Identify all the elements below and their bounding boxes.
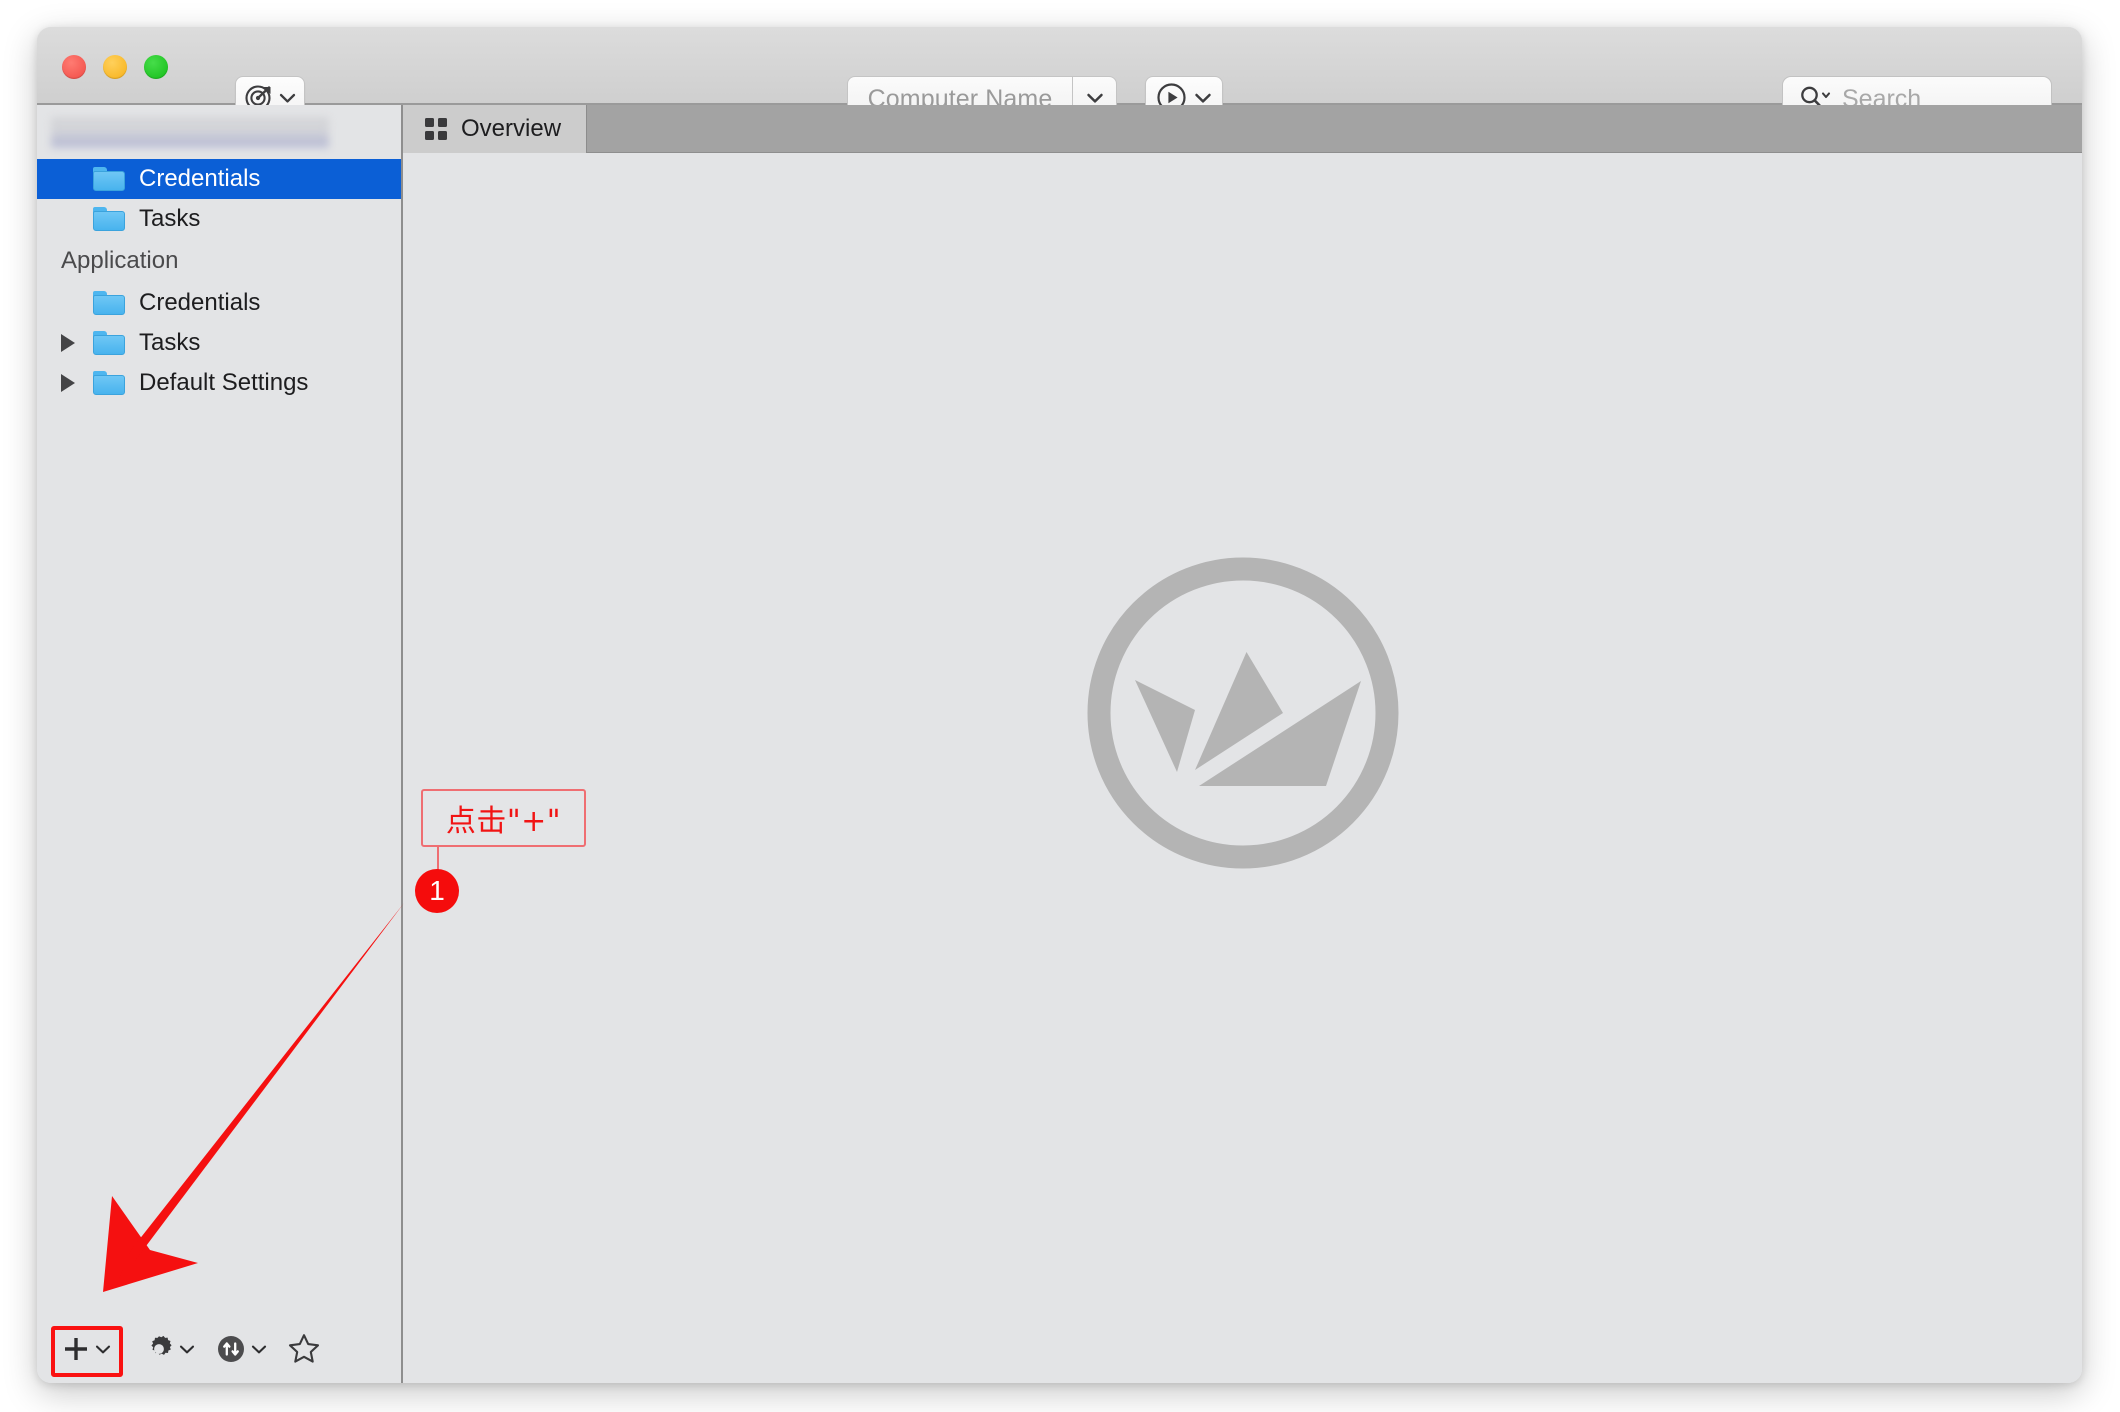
jamf-boat-logo bbox=[1078, 548, 1408, 878]
minimize-window-button[interactable] bbox=[103, 55, 127, 79]
sync-button[interactable] bbox=[215, 1333, 267, 1370]
sidebar-redacted-header bbox=[51, 117, 329, 149]
sidebar-bottom-toolbar bbox=[37, 1319, 401, 1383]
settings-button[interactable] bbox=[143, 1333, 195, 1370]
sidebar-list: Credentials Tasks Application Credential… bbox=[37, 159, 401, 403]
sidebar: Credentials Tasks Application Credential… bbox=[37, 105, 403, 1383]
chevron-down-icon bbox=[251, 1342, 267, 1360]
window-body: Credentials Tasks Application Credential… bbox=[37, 105, 2082, 1383]
grid-icon bbox=[425, 118, 447, 140]
tab-overview-label: Overview bbox=[461, 115, 562, 142]
sidebar-item-default-settings[interactable]: Default Settings bbox=[37, 363, 401, 403]
disclosure-triangle-icon[interactable] bbox=[61, 334, 75, 352]
sidebar-item-label: Credentials bbox=[139, 165, 261, 192]
screen: Computer Name Search Credentials Tasks A… bbox=[0, 0, 2120, 1412]
close-window-button[interactable] bbox=[62, 55, 86, 79]
maximize-window-button[interactable] bbox=[144, 55, 168, 79]
folder-icon bbox=[93, 207, 125, 231]
sidebar-item-label: Default Settings bbox=[139, 369, 309, 396]
sidebar-item-label: Tasks bbox=[139, 329, 201, 356]
sidebar-item-label: Tasks bbox=[139, 205, 201, 232]
sidebar-item-tasks-application[interactable]: Tasks bbox=[37, 323, 401, 363]
favorite-button[interactable] bbox=[287, 1332, 321, 1370]
sidebar-group-application: Application bbox=[61, 247, 179, 274]
sidebar-item-credentials-top[interactable]: Credentials bbox=[37, 159, 401, 199]
add-button[interactable] bbox=[51, 1325, 123, 1377]
gear-icon bbox=[143, 1333, 175, 1370]
sync-arrows-icon bbox=[215, 1333, 247, 1370]
content-panel: Overview bbox=[403, 105, 2082, 1383]
tab-overview[interactable]: Overview bbox=[403, 105, 587, 153]
chevron-down-icon bbox=[95, 1342, 111, 1360]
overview-content-area bbox=[403, 154, 2082, 1383]
sidebar-item-label: Credentials bbox=[139, 289, 261, 316]
disclosure-triangle-icon[interactable] bbox=[61, 374, 75, 392]
folder-icon bbox=[93, 371, 125, 395]
star-outline-icon bbox=[287, 1332, 321, 1370]
title-bar: Computer Name Search bbox=[37, 27, 2082, 123]
sidebar-item-credentials-application[interactable]: Credentials bbox=[37, 283, 401, 323]
tab-bar: Overview bbox=[403, 105, 2082, 153]
folder-icon bbox=[93, 167, 125, 191]
app-window: Computer Name Search Credentials Tasks A… bbox=[37, 27, 2082, 1383]
folder-icon bbox=[93, 331, 125, 355]
plus-icon bbox=[61, 1334, 91, 1369]
sidebar-item-tasks-top[interactable]: Tasks bbox=[37, 199, 401, 239]
chevron-down-icon bbox=[179, 1342, 195, 1360]
folder-icon bbox=[93, 291, 125, 315]
